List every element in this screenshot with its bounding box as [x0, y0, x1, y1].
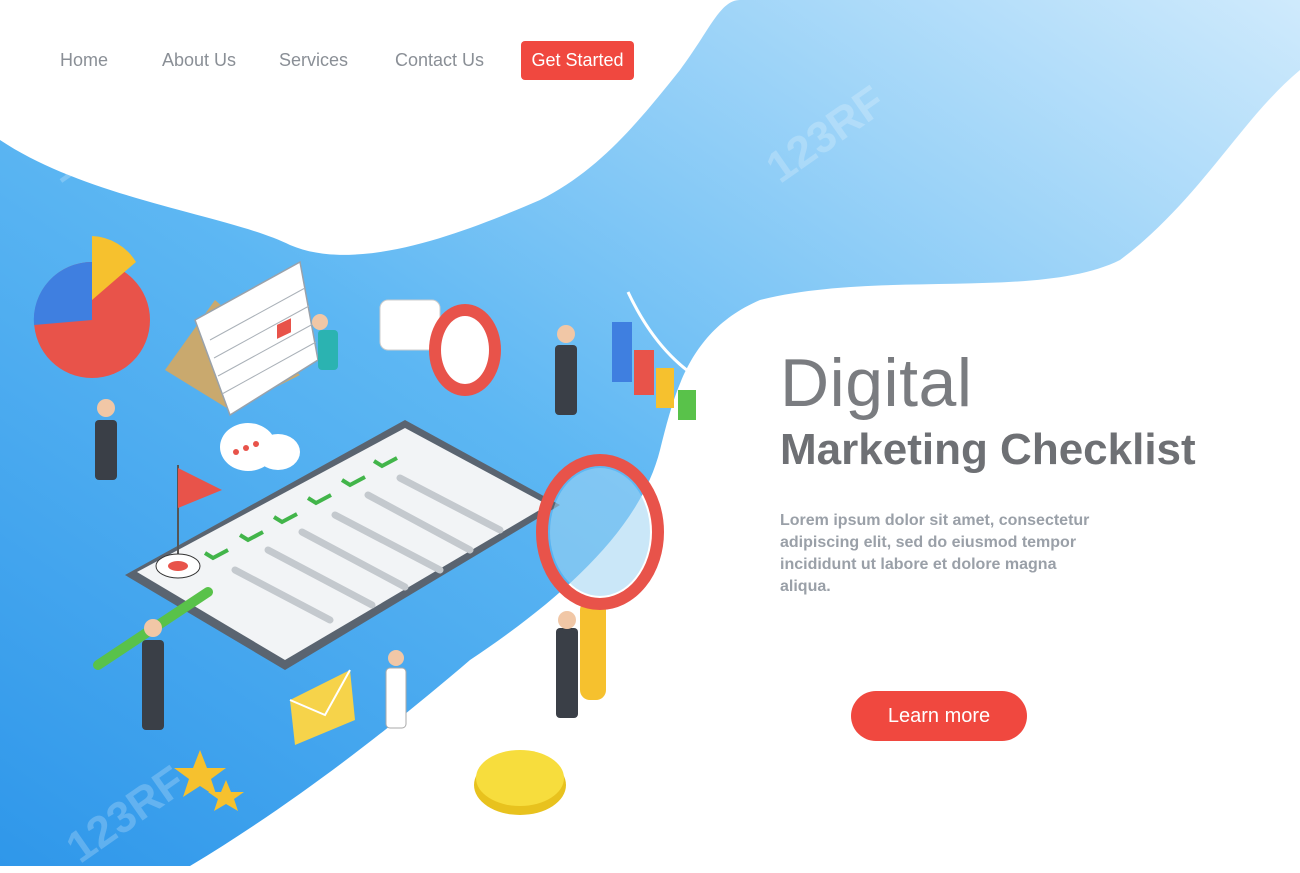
megaphone-icon	[379, 299, 501, 396]
nav-link-services[interactable]: Services	[279, 50, 348, 71]
hero-title-line-2: Marketing Checklist	[780, 425, 1196, 474]
clipboard-icon	[125, 420, 560, 670]
get-started-button[interactable]: Get Started	[521, 41, 634, 80]
hero-title-line-1: Digital	[780, 345, 973, 421]
coin-icon	[474, 750, 566, 815]
pie-chart-icon	[33, 236, 150, 378]
nav-link-about-us[interactable]: About Us	[162, 50, 236, 71]
chat-bubble-icon	[220, 423, 300, 471]
learn-more-button[interactable]: Learn more	[851, 691, 1027, 741]
hero-description: Lorem ipsum dolor sit amet, consectetur …	[780, 512, 1090, 595]
calendar-icon	[165, 260, 319, 417]
star-icon	[174, 750, 244, 811]
nav-link-home[interactable]: Home	[60, 50, 108, 71]
bar-chart-icon	[612, 291, 713, 420]
nav-link-contact-us[interactable]: Contact Us	[395, 50, 484, 71]
envelope-icon	[289, 669, 355, 745]
